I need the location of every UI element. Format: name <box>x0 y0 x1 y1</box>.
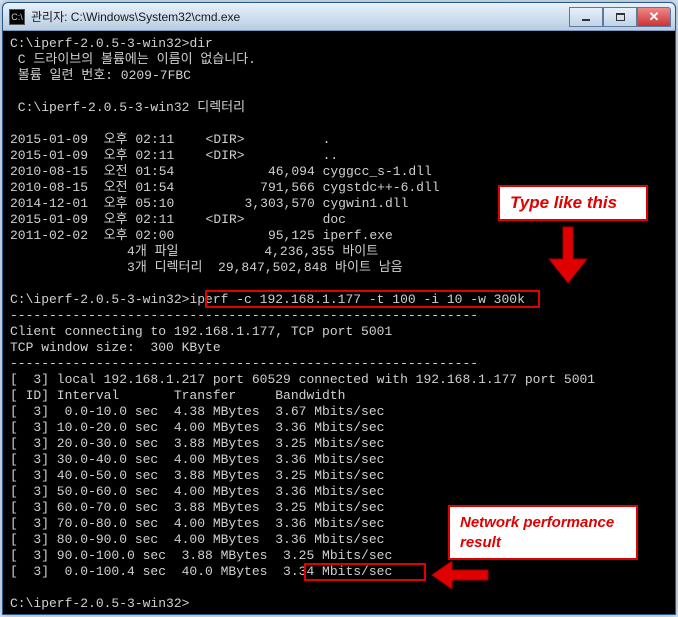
result-line: [ 3] 30.0-40.0 sec 4.00 MBytes 3.36 Mbit… <box>10 452 384 467</box>
result-line: [ 3] 20.0-30.0 sec 3.88 MBytes 3.25 Mbit… <box>10 436 384 451</box>
output-line: C 드라이브의 볼륨에는 이름이 없습니다. <box>10 52 256 67</box>
output-line: [ 3] local 192.168.1.217 port 60529 conn… <box>10 372 595 387</box>
dir-line: 2014-12-01 오후 05:10 3,303,570 cygwin1.dl… <box>10 196 408 211</box>
window-controls: ✕ <box>569 7 671 27</box>
minimize-button[interactable] <box>569 7 603 27</box>
window-title: 관리자: C:\Windows\System32\cmd.exe <box>31 8 569 25</box>
table-header: [ ID] Interval Transfer Bandwidth <box>10 388 345 403</box>
result-line: [ 3] 90.0-100.0 sec 3.88 MBytes 3.25 Mbi… <box>10 548 392 563</box>
maximize-button[interactable] <box>603 7 637 27</box>
titlebar[interactable]: C:\ 관리자: C:\Windows\System32\cmd.exe ✕ <box>3 3 675 31</box>
result-line: [ 3] 40.0-50.0 sec 3.88 MBytes 3.25 Mbit… <box>10 468 384 483</box>
prompt: C:\iperf-2.0.5-3-win32> <box>10 36 189 51</box>
result-line: [ 3] 80.0-90.0 sec 4.00 MBytes 3.36 Mbit… <box>10 532 384 547</box>
dir-line: 4개 파일 4,236,355 바이트 <box>10 244 378 259</box>
annotation-callout-result: Network performance result <box>448 505 638 560</box>
prompt: C:\iperf-2.0.5-3-win32> <box>10 596 189 611</box>
result-line: [ 3] 70.0-80.0 sec 4.00 MBytes 3.36 Mbit… <box>10 516 384 531</box>
annotation-callout-type: Type like this <box>498 185 648 221</box>
dir-line: 3개 디렉터리 29,847,502,848 바이트 남음 <box>10 260 403 275</box>
dir-line: 2015-01-09 오후 02:11 <DIR> . <box>10 132 330 147</box>
result-line: [ 3] 50.0-60.0 sec 4.00 MBytes 3.36 Mbit… <box>10 484 384 499</box>
separator-line: ----------------------------------------… <box>10 308 478 323</box>
result-line: [ 3] 0.0-100.4 sec 40.0 MBytes 3.34 Mbit… <box>10 564 392 579</box>
cmd-icon: C:\ <box>9 9 25 25</box>
output-line: Client connecting to 192.168.1.177, TCP … <box>10 324 392 339</box>
minimize-icon <box>582 19 590 21</box>
dir-line: 2015-01-09 오후 02:11 <DIR> .. <box>10 148 338 163</box>
arrow-down-icon <box>543 225 593 285</box>
command-text: dir <box>189 36 212 51</box>
output-line: C:\iperf-2.0.5-3-win32 디렉터리 <box>10 100 245 115</box>
dir-line: 2010-08-15 오전 01:54 791,566 cygstdc++-6.… <box>10 180 440 195</box>
prompt: C:\iperf-2.0.5-3-win32> <box>10 292 189 307</box>
result-line: [ 3] 10.0-20.0 sec 4.00 MBytes 3.36 Mbit… <box>10 420 384 435</box>
result-line: [ 3] 60.0-70.0 sec 3.88 MBytes 3.25 Mbit… <box>10 500 384 515</box>
maximize-icon <box>616 13 625 21</box>
dir-line: 2010-08-15 오전 01:54 46,094 cyggcc_s-1.dl… <box>10 164 432 179</box>
dir-line: 2011-02-02 오후 02:00 95,125 iperf.exe <box>10 228 393 243</box>
close-icon: ✕ <box>649 9 660 25</box>
result-line: [ 3] 0.0-10.0 sec 4.38 MBytes 3.67 Mbits… <box>10 404 384 419</box>
close-button[interactable]: ✕ <box>637 7 671 27</box>
dir-line: 2015-01-09 오후 02:11 <DIR> doc <box>10 212 346 227</box>
arrow-left-icon <box>430 561 490 596</box>
command-text: iperf -c 192.168.1.177 -t 100 -i 10 -w 3… <box>189 292 524 307</box>
separator-line: ----------------------------------------… <box>10 356 478 371</box>
output-line: 볼륨 일련 번호: 0209-7FBC <box>10 68 191 83</box>
output-line: TCP window size: 300 KByte <box>10 340 221 355</box>
